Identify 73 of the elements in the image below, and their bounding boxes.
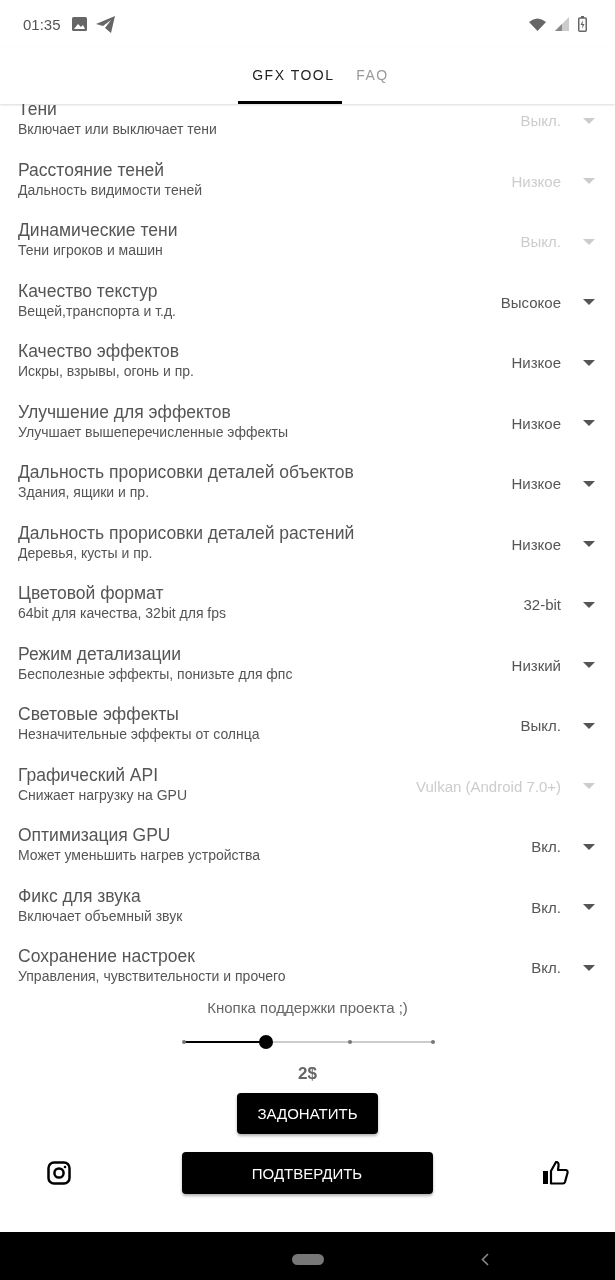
caret-icon [583,601,595,608]
setting-title: Дальность прорисовки деталей растений [18,521,356,544]
confirm-button[interactable]: ПОДТВЕРДИТЬ [181,1152,433,1194]
setting-description: Здания, ящики и пр. [18,483,151,503]
setting-description: Улучшает вышеперечисленные эффекты [18,422,290,442]
setting-title: Световые эффекты [18,703,180,726]
tab[interactable]: GFX TOOL [238,48,343,104]
caret-icon [583,662,595,669]
donate-button[interactable]: ЗАДОНАТИТЬ [237,1093,378,1134]
setting-description: Незначительные эффекты от солнца [18,725,261,745]
caret-icon [583,480,595,487]
setting-description: 64bit для качества, 32bit для fps [18,604,228,624]
donation-amount: 2$ [298,1064,317,1084]
setting-title: Улучшение для эффектов [18,400,232,423]
setting-title: Оптимизация GPU [18,824,172,847]
dropdown[interactable]: Вкл. [531,898,595,916]
dropdown[interactable]: Вкл. [531,959,595,977]
caret-icon [583,843,595,850]
caret-icon [583,117,595,124]
caret-icon [583,299,595,306]
setting-description: Включает или выключает тени [18,120,218,140]
caret-icon [583,238,595,245]
setting-title: Расстояние теней [18,158,166,181]
caret-icon [583,783,595,790]
dropdown[interactable]: Высокое [500,293,595,311]
donate-label: Кнопка поддержки проекта ;) [207,999,408,1016]
caret-icon [583,541,595,548]
dropdown[interactable]: 32-bit [523,596,595,614]
paper-plane-icon [95,15,115,33]
slider-thumb[interactable] [259,1035,274,1049]
dropdown[interactable]: Низкое [511,475,595,493]
setting-description: Тени игроков и машин [18,241,164,261]
setting-title: Графический API [18,763,159,786]
battery-icon [578,16,587,32]
setting-title: Динамические тени [18,219,179,242]
caret-icon [583,420,595,427]
setting-description: Бесполезные эффекты, понизьте для фпс [18,664,294,684]
image-icon [71,17,87,31]
caret-icon [583,904,595,911]
setting-title: Дальность прорисовки деталей объектов [18,461,355,484]
setting-description: Деревья, кусты и пр. [18,543,154,563]
setting-title: Фикс для звука [18,884,142,907]
donation-slider[interactable] [183,1034,433,1050]
setting-description: Управления, чувствительности и прочего [18,967,287,984]
back-icon[interactable] [481,1253,489,1266]
setting-title: Качество текстур [18,279,159,302]
wifi-icon [529,17,546,31]
status-time: 01:35 [23,15,61,33]
dropdown[interactable]: Низкое [511,535,595,553]
caret-icon [583,178,595,185]
signal-icon [555,17,569,31]
setting-title: Сохранение настроек [18,945,196,968]
setting-description: Может уменьшить нагрев устройства [18,846,261,866]
dropdown[interactable]: Низкое [511,414,595,432]
setting-description: Искры, взрывы, огонь и пр. [18,362,195,382]
caret-icon [583,722,595,729]
setting-title: Качество эффектов [18,340,180,363]
home-button[interactable] [291,1254,324,1265]
caret-icon [583,359,595,366]
setting-description: Снижает нагрузку на GPU [18,785,189,805]
setting-description: Включает объемный звук [18,906,184,926]
thumbs-up-icon[interactable] [543,1161,569,1185]
dropdown[interactable]: Низкое [511,354,595,372]
dropdown[interactable]: Выкл. [520,717,595,735]
dropdown[interactable]: Низкий [511,656,595,674]
caret-icon [583,964,595,971]
setting-description: Дальность видимости теней [18,180,203,200]
setting-title: Тени [18,104,58,121]
setting-title: Цветовой формат [18,582,165,605]
setting-title: Режим детализации [18,642,183,665]
dropdown[interactable]: Вкл. [531,838,595,856]
instagram-icon[interactable] [47,1161,71,1185]
setting-description: Вещей,транспорта и т.д. [18,301,177,321]
